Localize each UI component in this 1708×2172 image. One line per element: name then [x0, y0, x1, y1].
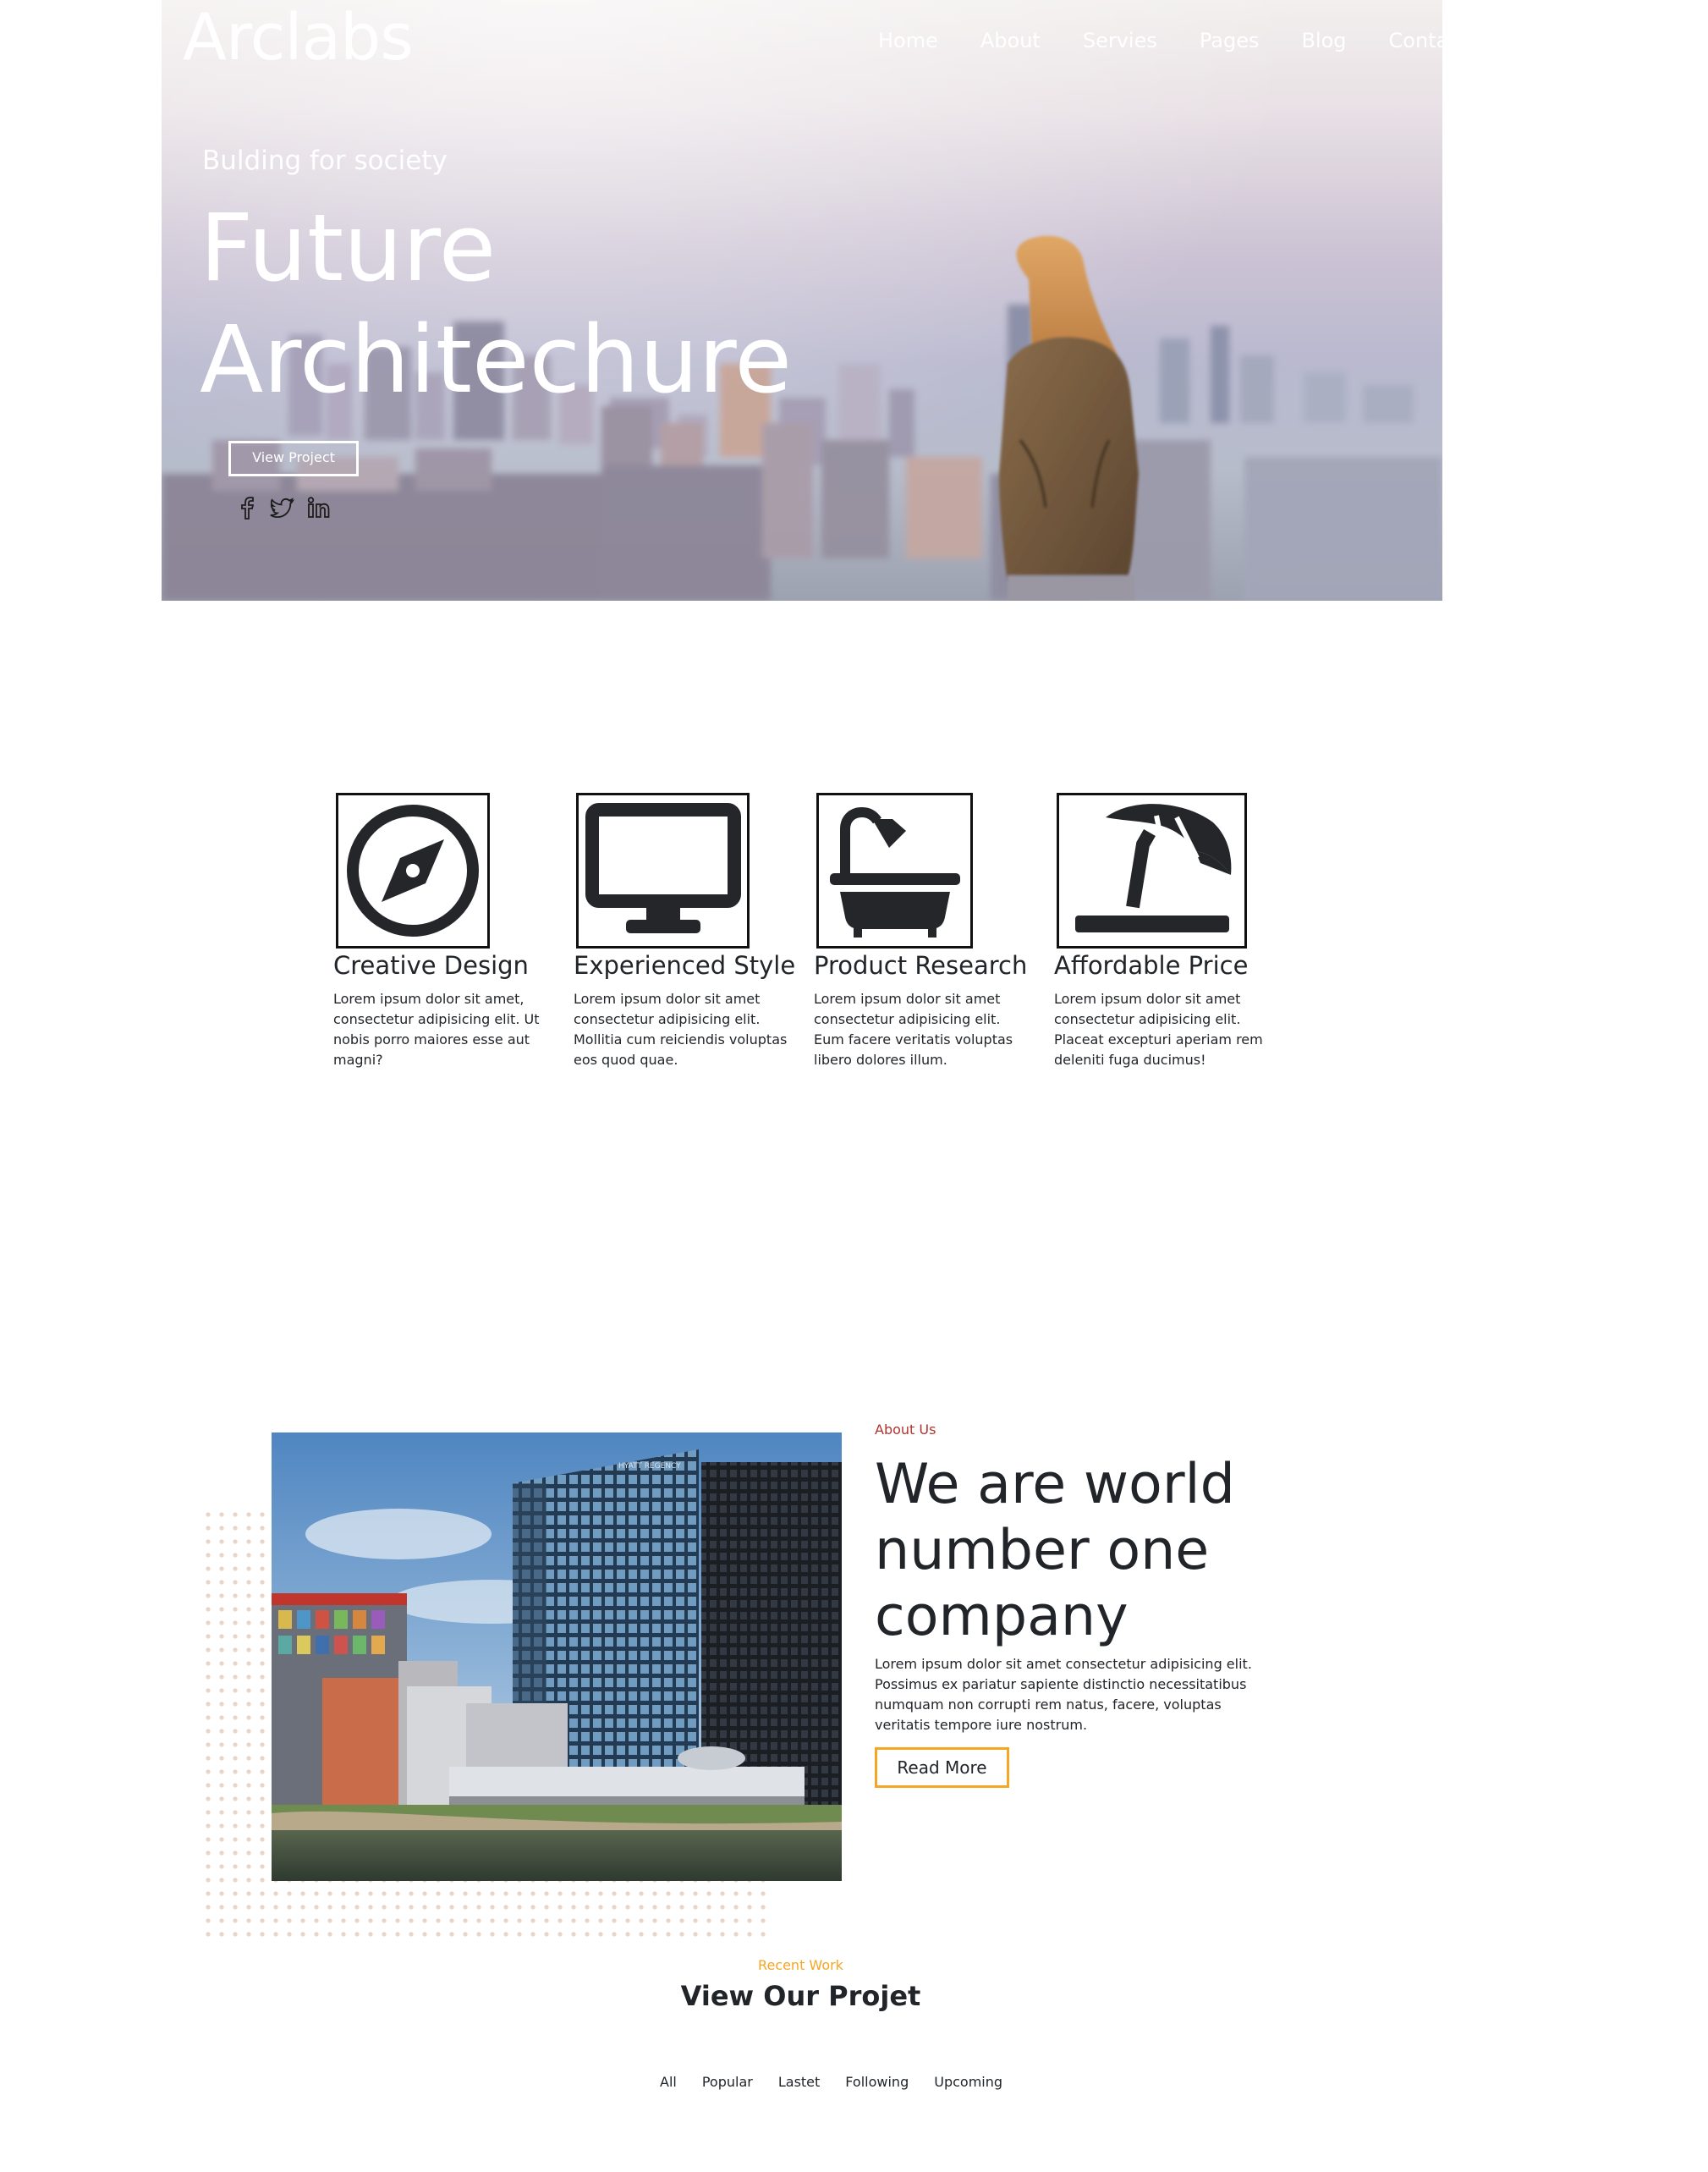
feature-icon-box-2: [576, 793, 750, 949]
linkedin-icon[interactable]: [307, 495, 331, 520]
bath-icon: [829, 806, 960, 938]
about-building-image: HYATT REGENCY: [272, 1432, 842, 1881]
nav-blog[interactable]: Blog: [1301, 24, 1346, 58]
building-sign: HYATT REGENCY: [618, 1462, 681, 1471]
umbrella-beach-icon: [1074, 804, 1231, 932]
filter-latest[interactable]: Lastet: [778, 2072, 820, 2092]
feature-title-2: Experienced Style: [574, 951, 796, 980]
about-label: About Us: [875, 1421, 936, 1438]
feature-icon-box-4: [1057, 793, 1247, 949]
projects-title: View Our Projet: [680, 1980, 921, 2012]
site-logo[interactable]: Arclabs: [183, 2, 414, 73]
desktop-icon: [585, 803, 741, 933]
feature-desc-3: Lorem ipsum dolor sit amet consectetur a…: [814, 991, 1013, 1068]
filter-popular[interactable]: Popular: [702, 2072, 753, 2092]
feature-desc-4: Lorem ipsum dolor sit amet consectetur a…: [1054, 991, 1263, 1068]
feature-desc-1: Lorem ipsum dolor sit amet, consectetur …: [333, 991, 540, 1068]
hero-title-line2: Architechure: [200, 305, 793, 414]
read-more-button[interactable]: Read More: [875, 1747, 1009, 1788]
filter-upcoming[interactable]: Upcoming: [934, 2072, 1002, 2092]
nav-about[interactable]: About: [980, 24, 1041, 58]
filter-all[interactable]: All: [660, 2072, 677, 2092]
view-project-button[interactable]: View Project: [228, 441, 359, 476]
feature-title-1: Creative Design: [333, 951, 529, 980]
hero-banner: Arclabs Home About Servies Pages Blog Co…: [162, 0, 1442, 601]
about-text: Lorem ipsum dolor sit amet consectetur a…: [875, 1656, 1252, 1733]
nav-contact[interactable]: Contact: [1389, 24, 1442, 58]
facebook-icon[interactable]: [238, 495, 258, 520]
project-filters: All Popular Lastet Following Upcoming: [660, 2072, 1002, 2092]
about-heading: We are world number one company: [875, 1453, 1235, 1648]
compass-icon: [347, 805, 479, 937]
recent-work-label: Recent Work: [758, 1957, 843, 1973]
nav-services[interactable]: Servies: [1083, 24, 1157, 58]
hero-title-line1: Future: [200, 194, 497, 302]
feature-icon-box-3: [816, 793, 973, 949]
hero-subtitle: Bulding for society: [202, 146, 448, 176]
main-nav: Home About Servies Pages Blog Contact: [878, 24, 1442, 58]
feature-icon-box-1: [336, 793, 490, 949]
nav-home[interactable]: Home: [878, 24, 938, 58]
feature-title-4: Affordable Price: [1054, 951, 1249, 980]
filter-following[interactable]: Following: [845, 2072, 909, 2092]
feature-desc-2: Lorem ipsum dolor sit amet consectetur a…: [574, 991, 788, 1068]
twitter-icon[interactable]: [270, 495, 295, 520]
nav-pages[interactable]: Pages: [1200, 24, 1260, 58]
social-links: [238, 495, 331, 520]
feature-title-3: Product Research: [814, 951, 1028, 980]
